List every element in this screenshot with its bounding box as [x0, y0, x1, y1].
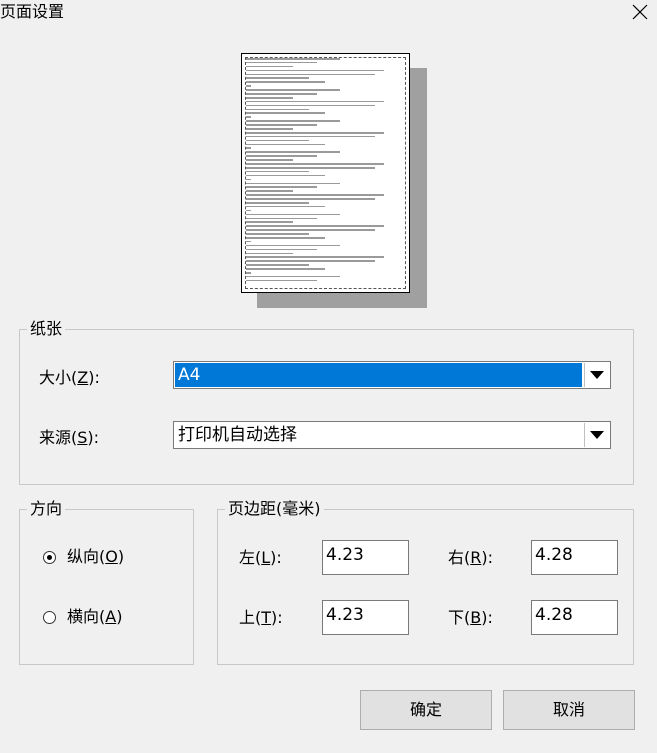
landscape-radio[interactable]	[43, 611, 56, 624]
preview-text-line	[246, 198, 375, 200]
preview-text-line	[246, 128, 294, 130]
preview-text-line	[246, 96, 294, 99]
preview-text-line	[246, 264, 309, 266]
preview-text-line	[246, 163, 385, 165]
preview-text-line	[246, 213, 341, 216]
preview-text-line	[246, 244, 341, 247]
preview-text-line	[246, 61, 317, 64]
preview-text-line	[246, 248, 317, 251]
source-select-value: 打印机自动选择	[178, 425, 297, 445]
preview-text-line	[246, 159, 294, 161]
preview-text-line	[246, 100, 385, 103]
size-label: 大小(Z):	[39, 368, 100, 387]
preview-text-line	[246, 260, 375, 262]
source-select[interactable]: 打印机自动选择	[173, 421, 611, 449]
source-dropdown-button[interactable]	[584, 423, 609, 447]
preview-text-line	[246, 112, 325, 115]
cancel-button[interactable]: 取消	[503, 690, 635, 730]
window-title: 页面设置	[0, 2, 65, 21]
chevron-down-icon	[590, 431, 604, 439]
paper-group-title: 纸张	[27, 320, 66, 338]
preview-text-line	[246, 252, 294, 255]
preview-text-line	[246, 93, 317, 95]
preview-text-line	[246, 240, 251, 243]
margin-right-label: 右(R):	[448, 548, 494, 567]
preview-text-line	[246, 77, 309, 80]
margins-group-title: 页边距(毫米)	[225, 500, 324, 518]
landscape-label[interactable]: 横向(A)	[67, 607, 122, 627]
title-bar: 页面设置	[0, 0, 657, 30]
preview-text-line	[246, 182, 341, 185]
preview-text-line	[246, 124, 317, 126]
portrait-radio[interactable]	[43, 551, 56, 564]
chevron-down-icon	[590, 371, 604, 379]
preview-text-line	[246, 104, 375, 107]
preview-text-line	[246, 120, 341, 122]
preview-text-line	[246, 108, 309, 111]
preview-text-line	[246, 135, 375, 138]
preview-text-line	[246, 178, 251, 181]
source-label: 来源(S):	[39, 428, 100, 447]
preview-text-line	[246, 81, 325, 83]
size-select[interactable]: A4	[173, 361, 611, 389]
page-preview	[241, 53, 431, 311]
preview-text-line	[246, 221, 294, 223]
preview-text-line	[246, 190, 294, 192]
preview-text-line	[246, 151, 341, 153]
preview-text-line	[246, 186, 317, 188]
preview-text-line	[246, 225, 385, 227]
preview-text-line	[246, 209, 251, 212]
preview-text-line	[246, 268, 325, 270]
margin-bottom-input[interactable]: 4.28	[531, 600, 618, 635]
preview-text-line	[246, 236, 325, 239]
preview-text-line	[246, 217, 317, 220]
preview-text-line	[246, 256, 385, 259]
portrait-label[interactable]: 纵向(O)	[67, 547, 124, 567]
preview-text-line	[246, 58, 341, 60]
margin-left-input[interactable]: 4.23	[322, 540, 409, 575]
size-select-value: A4	[175, 363, 582, 387]
preview-text-line	[246, 279, 317, 282]
preview-text-line	[246, 143, 325, 146]
preview-text-line	[246, 271, 251, 274]
page-preview-text	[246, 58, 403, 286]
margins-group: 页边距(毫米)	[217, 500, 634, 665]
orientation-group-title: 方向	[27, 500, 66, 518]
margin-right-input[interactable]: 4.28	[531, 540, 618, 575]
close-icon	[632, 4, 648, 20]
preview-text-line	[246, 69, 385, 72]
preview-text-line	[246, 194, 385, 196]
margin-bottom-label: 下(B):	[448, 608, 493, 627]
preview-text-line	[246, 155, 317, 157]
margin-top-label: 上(T):	[239, 608, 283, 627]
ok-button[interactable]: 确定	[360, 690, 492, 730]
preview-text-line	[246, 65, 294, 68]
orientation-group: 方向	[19, 500, 194, 665]
preview-text-line	[246, 116, 251, 118]
preview-text-line	[246, 166, 375, 169]
preview-text-line	[246, 205, 325, 208]
preview-text-line	[246, 233, 309, 235]
preview-text-line	[246, 275, 341, 278]
paper-group: 纸张	[19, 320, 634, 485]
preview-text-line	[246, 229, 375, 231]
preview-text-line	[246, 139, 309, 142]
preview-text-line	[246, 73, 375, 76]
preview-text-line	[246, 147, 251, 150]
margin-top-input[interactable]: 4.23	[322, 600, 409, 635]
close-button[interactable]	[621, 0, 657, 28]
size-dropdown-button[interactable]	[584, 363, 609, 387]
preview-text-line	[246, 201, 309, 204]
page-preview-paper	[241, 53, 410, 293]
preview-text-line	[246, 170, 309, 173]
margin-left-label: 左(L):	[239, 548, 282, 567]
preview-text-line	[246, 174, 325, 177]
preview-text-line	[246, 89, 341, 91]
preview-text-line	[246, 85, 251, 87]
preview-text-line	[246, 131, 385, 134]
